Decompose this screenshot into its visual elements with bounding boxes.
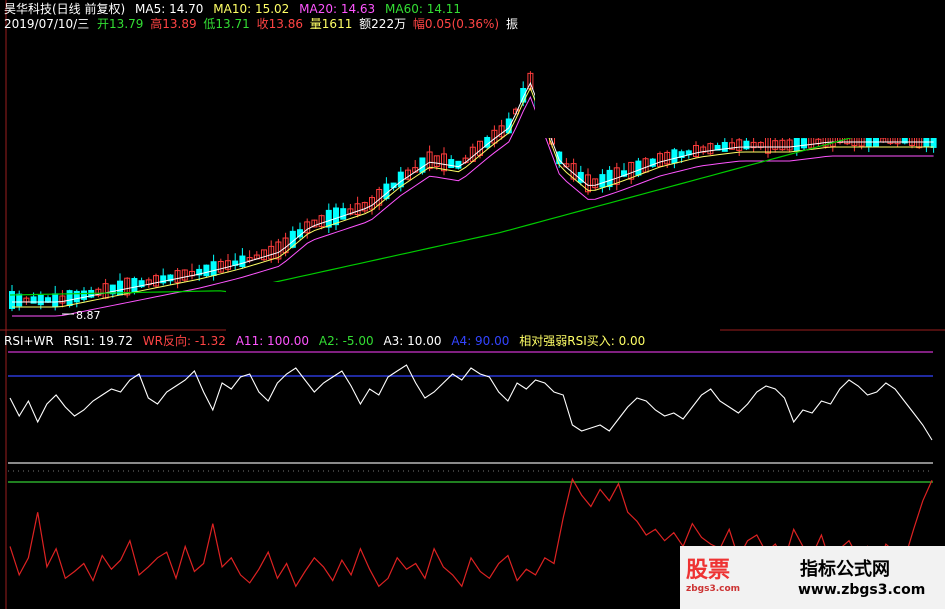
date-value: 2019/07/10/三 bbox=[4, 17, 90, 31]
candle-body bbox=[721, 141, 728, 152]
candle-body bbox=[333, 207, 339, 226]
amount-value: 额222万 bbox=[359, 17, 407, 31]
watermark-logo-text: 股票 bbox=[686, 558, 731, 583]
change-value: 幅0.05(0.36%) bbox=[412, 17, 500, 31]
open-value: 开13.79 bbox=[97, 17, 144, 31]
high-value: 高13.89 bbox=[150, 17, 197, 31]
candle-body bbox=[793, 137, 800, 151]
a11-value: A11: 100.00 bbox=[235, 334, 310, 348]
ma60-value: MA60: 14.11 bbox=[385, 2, 462, 16]
volume-value: 量1611 bbox=[309, 17, 353, 31]
watermark-banner: 股票 zbgs3.com 指标公式网 www.zbgs3.com bbox=[680, 546, 945, 609]
candle-body bbox=[52, 293, 59, 307]
wr-value: WR反向: -1.32 bbox=[142, 334, 226, 348]
candle-body bbox=[66, 290, 73, 307]
candle-body bbox=[606, 169, 613, 188]
candle-body bbox=[81, 290, 87, 300]
redaction-top-right bbox=[535, 0, 945, 138]
candle-body bbox=[635, 160, 642, 176]
candle-body bbox=[505, 118, 512, 134]
candle-body bbox=[131, 278, 138, 293]
candle-body bbox=[419, 157, 426, 173]
ma5-value: MA5: 14.70 bbox=[135, 2, 204, 16]
redaction-bottom-center bbox=[226, 282, 720, 332]
ma20-value: MA20: 14.63 bbox=[299, 2, 376, 16]
a2-value: A2: -5.00 bbox=[318, 334, 374, 348]
candle-body bbox=[73, 290, 80, 303]
candle-body bbox=[599, 174, 606, 188]
watermark-logo-sub: zbgs3.com bbox=[686, 584, 741, 594]
low-value: 低13.71 bbox=[203, 17, 250, 31]
watermark-url: www.zbgs3.com bbox=[798, 582, 926, 598]
a4-value: A4: 90.00 bbox=[451, 334, 510, 348]
candle-body bbox=[671, 149, 678, 164]
candle-body bbox=[16, 293, 23, 307]
stock-chart-window: 8.87 昊华科技(日线 前复权) MA5: 14.70 MA10: 15.02… bbox=[0, 0, 945, 609]
indicator-header: RSI+WR RSI1: 19.72 WR反向: -1.32 A11: 100.… bbox=[4, 334, 651, 348]
candle-body bbox=[239, 255, 246, 268]
low-marker-label: 8.87 bbox=[76, 309, 101, 322]
candle-body bbox=[203, 264, 210, 277]
candle-body bbox=[9, 291, 15, 309]
watermark-logo: 股票 zbgs3.com bbox=[686, 552, 740, 594]
price-header-row2: 2019/07/10/三 开13.79 高13.89 低13.71 收13.86… bbox=[4, 17, 524, 31]
a3-value: A3: 10.00 bbox=[383, 334, 442, 348]
candle-body bbox=[340, 208, 347, 220]
price-header-row1: 昊华科技(日线 前复权) MA5: 14.70 MA10: 15.02 MA20… bbox=[4, 2, 467, 16]
rsi-buy-value: 相对强弱RSI买入: 0.00 bbox=[519, 334, 646, 348]
candle-body bbox=[325, 209, 332, 228]
rsi1-value: RSI1: 19.72 bbox=[63, 334, 133, 348]
candle-body bbox=[801, 138, 807, 149]
candle-body bbox=[397, 171, 404, 188]
candle-body bbox=[743, 140, 750, 150]
candle-body bbox=[37, 294, 44, 306]
candle-body bbox=[210, 261, 217, 276]
stock-title[interactable]: 昊华科技(日线 前复权) bbox=[4, 2, 125, 16]
indicator-name[interactable]: RSI+WR bbox=[4, 334, 54, 348]
watermark-title: 指标公式网 bbox=[800, 559, 890, 580]
amplitude-value: 振 bbox=[505, 17, 518, 31]
ma10-value: MA10: 15.02 bbox=[213, 2, 290, 16]
close-value: 收13.86 bbox=[256, 17, 303, 31]
